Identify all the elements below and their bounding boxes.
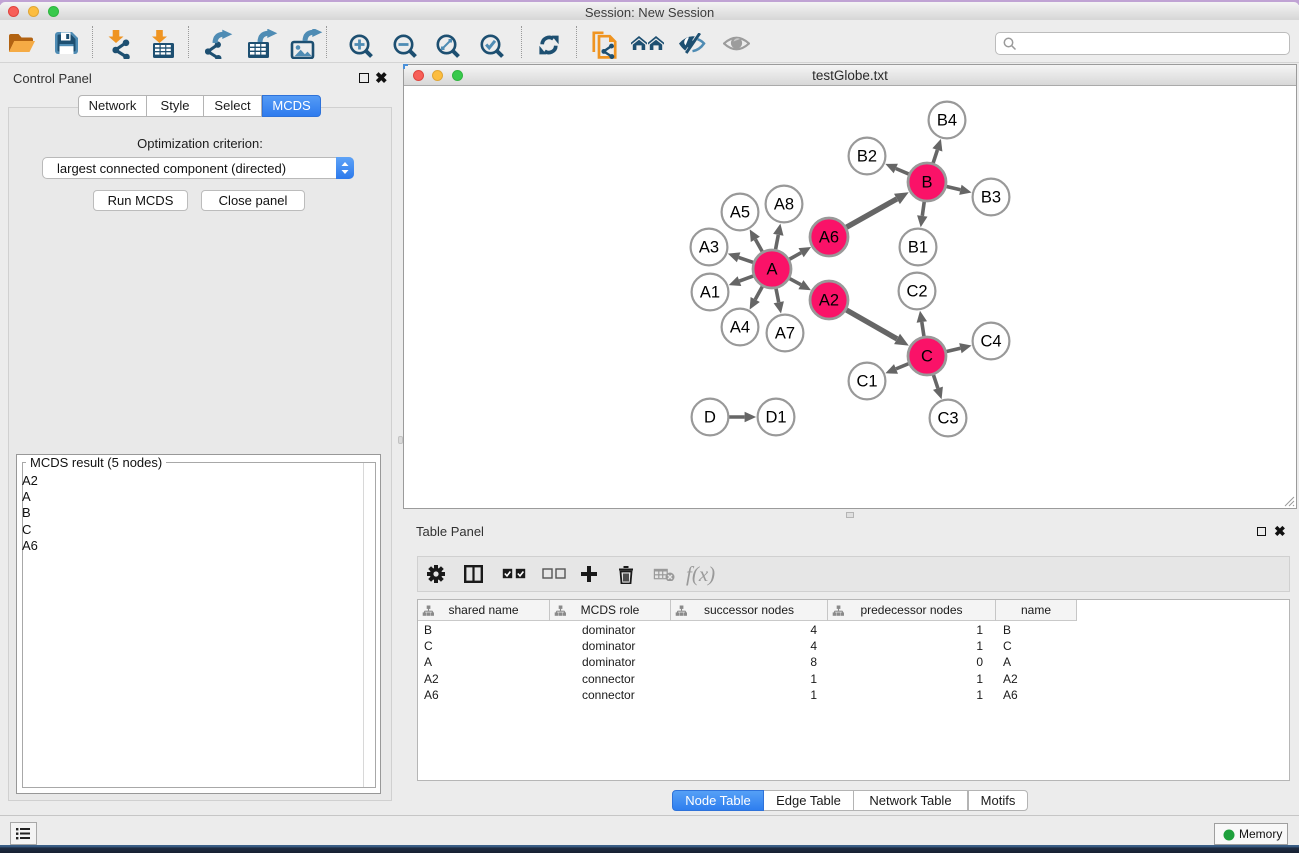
svg-text:B3: B3 xyxy=(981,189,1001,207)
svg-text:D1: D1 xyxy=(765,409,786,427)
svg-text:A8: A8 xyxy=(774,196,794,214)
svg-text:A4: A4 xyxy=(730,319,750,337)
svg-text:B1: B1 xyxy=(908,239,928,257)
svg-text:A1: A1 xyxy=(700,284,720,302)
svg-text:A2: A2 xyxy=(819,292,839,310)
svg-text:C2: C2 xyxy=(906,283,927,301)
svg-text:B2: B2 xyxy=(857,148,877,166)
svg-text:A6: A6 xyxy=(819,229,839,247)
svg-text:C: C xyxy=(921,348,933,366)
svg-text:C4: C4 xyxy=(980,333,1001,351)
svg-text:A: A xyxy=(766,261,777,279)
svg-text:A5: A5 xyxy=(730,204,750,222)
svg-text:B: B xyxy=(921,174,932,192)
svg-text:A3: A3 xyxy=(699,239,719,257)
svg-text:C3: C3 xyxy=(937,410,958,428)
svg-text:D: D xyxy=(704,409,716,427)
svg-text:C1: C1 xyxy=(856,373,877,391)
svg-text:A7: A7 xyxy=(775,325,795,343)
svg-text:B4: B4 xyxy=(937,112,957,130)
